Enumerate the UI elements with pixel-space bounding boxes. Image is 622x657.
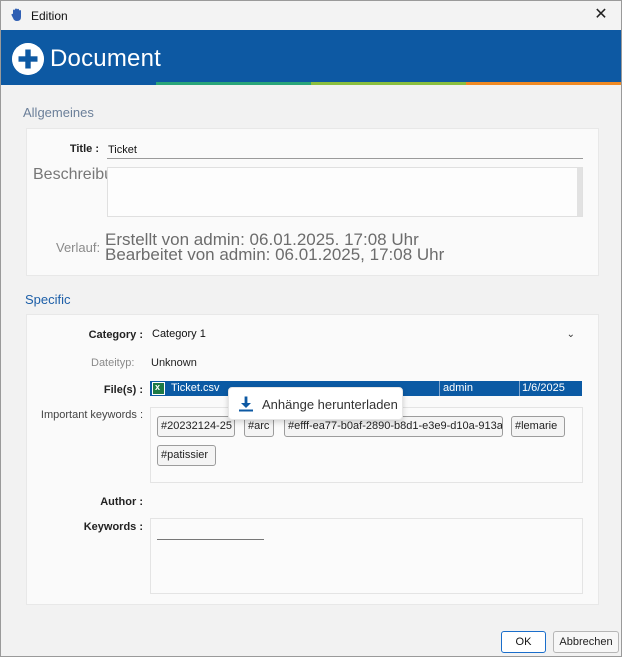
banner-stripe-blue	[1, 82, 156, 85]
plus-circle-icon	[12, 43, 44, 75]
cancel-button[interactable]: Abbrechen	[553, 631, 619, 653]
keyword-tag[interactable]: #20232124-25	[157, 416, 235, 437]
title-bar: Edition ✕	[1, 1, 621, 30]
author-label: Author :	[100, 496, 143, 508]
banner-stripe-orange	[466, 82, 621, 85]
title-label: Title :	[69, 143, 99, 155]
keyword-tag[interactable]: #patissier	[157, 445, 216, 466]
document-banner: Document	[1, 30, 621, 85]
category-select[interactable]: Category 1 ⌄	[149, 325, 583, 345]
title-field[interactable]	[107, 141, 583, 159]
section-heading-specific: Specific	[25, 292, 71, 307]
file-user: admin	[443, 382, 473, 394]
keywords-label: Keywords :	[83, 521, 143, 533]
file-date: 1/6/2025	[522, 382, 565, 394]
history-label: Verlauf:	[56, 240, 101, 255]
column-divider	[439, 381, 440, 396]
excel-file-icon: x	[152, 382, 165, 395]
window-title: Edition	[31, 9, 68, 23]
category-label: Category :	[88, 329, 143, 341]
description-scrollbar[interactable]	[577, 168, 582, 216]
file-name: Ticket.csv	[171, 382, 220, 394]
history-modified: Bearbeitet von admin: 06.01.2025, 17:08 …	[105, 245, 445, 264]
banner-stripe-green	[156, 82, 311, 85]
edition-dialog: Edition ✕ Document Allgemeines Title : B…	[0, 0, 622, 657]
section-heading-general: Allgemeines	[23, 105, 94, 120]
keywords-field[interactable]	[150, 518, 583, 594]
close-icon[interactable]: ✕	[591, 5, 611, 25]
banner-stripe-lime	[311, 82, 466, 85]
description-field[interactable]	[107, 167, 583, 217]
files-label: File(s) :	[103, 384, 143, 396]
download-icon	[239, 396, 253, 412]
download-attachments-button[interactable]: Anhänge herunterladen	[228, 387, 403, 420]
page-title: Document	[50, 45, 161, 72]
important-keywords-label: Important keywords :	[40, 409, 143, 421]
ok-button[interactable]: OK	[501, 631, 546, 653]
column-divider	[519, 381, 520, 396]
hand-icon	[11, 8, 21, 21]
category-value: Category 1	[152, 328, 206, 340]
keyword-tag[interactable]: #lemarie	[511, 416, 565, 437]
keywords-input-underline	[157, 539, 264, 540]
download-label: Anhänge herunterladen	[262, 397, 398, 412]
filetype-label: Dateityp:	[91, 357, 135, 369]
filetype-value: Unknown	[151, 357, 197, 369]
chevron-down-icon[interactable]: ⌄	[567, 329, 575, 340]
